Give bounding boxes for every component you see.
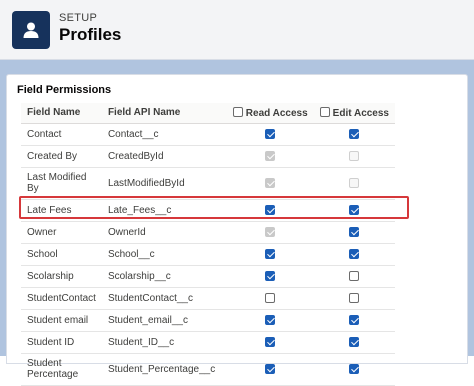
field-permissions-card: Field Permissions Field Name Field API N… [6,74,468,386]
read-access-checkbox [265,177,276,188]
read-access-checkbox[interactable] [265,292,276,303]
edit-access-cell [313,265,395,288]
read-access-cell [226,353,314,386]
field-api-name-cell: Student_ID__c [101,331,227,354]
table-header-row: Field Name Field API Name Read Access Ed… [21,103,395,124]
highlight-box [19,196,409,219]
select-all-read-checkbox[interactable] [232,106,243,117]
edit-access-cell [313,353,395,386]
read-access-checkbox [265,150,276,161]
edit-access-checkbox[interactable] [349,314,360,325]
field-api-name-cell: CreatedById [101,145,227,168]
field-permissions-table: Field Name Field API Name Read Access Ed… [21,103,395,386]
read-access-checkbox[interactable] [265,363,276,374]
edit-access-checkbox[interactable] [349,128,360,139]
field-name-cell: Created By [21,145,102,168]
edit-access-checkbox[interactable] [349,292,360,303]
read-access-checkbox[interactable] [265,270,276,281]
field-name-cell: Last Modified By [21,167,102,200]
field-api-name-cell: LastModifiedById [101,167,227,200]
field-name-cell: Student ID [21,331,102,354]
field-api-name-cell: Student_email__c [101,309,227,332]
field-name-cell: Owner [21,221,102,244]
table-row: StudentContact StudentContact__c [21,287,395,310]
edit-access-cell [313,123,395,146]
read-access-checkbox[interactable] [265,128,276,139]
table-row: Student ID Student_ID__c [21,331,395,354]
column-header-field-api-name: Field API Name [101,103,227,124]
read-access-cell [226,123,314,146]
breadcrumb: SETUP [59,12,98,24]
read-access-checkbox[interactable] [265,336,276,347]
edit-access-cell [313,331,395,354]
edit-access-checkbox[interactable] [349,248,360,259]
read-access-cell [226,265,314,288]
table-row: School School__c [21,243,395,266]
user-icon [12,11,50,49]
read-access-cell [226,167,314,200]
column-header-read-access: Read Access [226,103,314,124]
read-access-checkbox[interactable] [265,314,276,325]
edit-access-checkbox[interactable] [349,363,360,374]
edit-access-checkbox[interactable] [349,226,360,237]
read-access-checkbox[interactable] [265,248,276,259]
section-title: Field Permissions [17,84,112,96]
table-row: Contact Contact__c [21,123,395,146]
table-row: Student Percentage Student_Percentage__c [21,353,395,386]
edit-access-checkbox[interactable] [349,336,360,347]
edit-access-checkbox [349,177,360,188]
field-name-cell: Student Percentage [21,353,102,386]
field-name-cell: Student email [21,309,102,332]
select-all-edit-checkbox[interactable] [319,106,330,117]
table-row: Scolarship Scolarship__c [21,265,395,288]
table-row: Student email Student_email__c [21,309,395,332]
field-name-cell: StudentContact [21,287,102,310]
read-access-checkbox [265,226,276,237]
edit-access-checkbox[interactable] [349,270,360,281]
table-row: Last Modified By LastModifiedById [21,167,395,200]
table-body: Contact Contact__c Created By CreatedById La… [21,123,395,386]
table-row: Owner OwnerId [21,221,395,244]
read-access-cell [226,287,314,310]
field-name-cell: School [21,243,102,266]
app-frame: SETUP Profiles Field Permissions Field N… [0,0,474,386]
field-api-name-cell: StudentContact__c [101,287,227,310]
page-title: Profiles [59,25,122,44]
field-api-name-cell: Student_Percentage__c [101,353,227,386]
field-api-name-cell: School__c [101,243,227,266]
column-header-field-name: Field Name [21,103,102,124]
read-access-cell [226,331,314,354]
field-name-cell: Scolarship [21,265,102,288]
read-access-cell [226,243,314,266]
field-api-name-cell: Scolarship__c [101,265,227,288]
edit-access-checkbox [349,150,360,161]
read-access-cell [226,309,314,332]
edit-access-cell [313,287,395,310]
column-header-edit-access: Edit Access [313,103,395,124]
read-access-cell [226,221,314,244]
page-header: SETUP Profiles [0,0,474,60]
edit-access-cell [313,167,395,200]
edit-access-label: Edit Access [332,107,389,119]
edit-access-cell [313,243,395,266]
field-name-cell: Contact [21,123,102,146]
edit-access-cell [313,145,395,168]
edit-access-cell [313,221,395,244]
table-row: Created By CreatedById [21,145,395,168]
gutter [0,61,474,74]
read-access-label: Read Access [245,107,308,119]
read-access-cell [226,145,314,168]
edit-access-cell [313,309,395,332]
field-api-name-cell: Contact__c [101,123,227,146]
field-api-name-cell: OwnerId [101,221,227,244]
